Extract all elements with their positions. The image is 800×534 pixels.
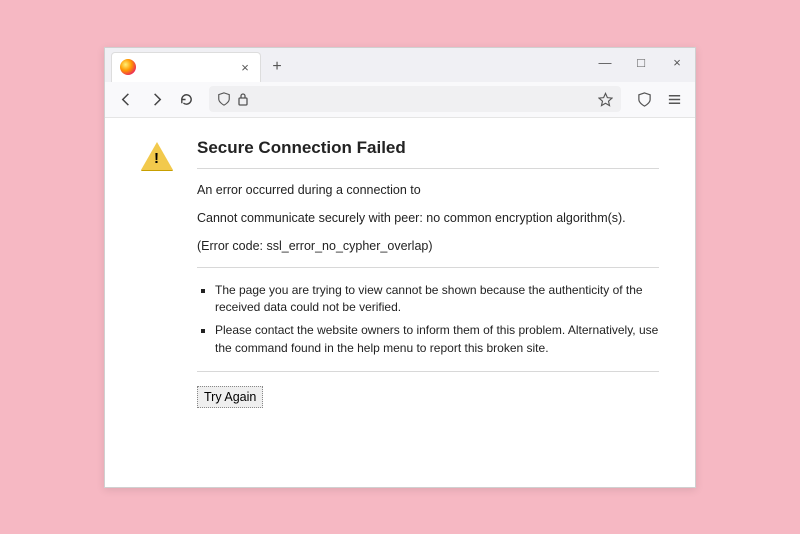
forward-icon bbox=[149, 92, 164, 107]
forward-button[interactable] bbox=[143, 86, 169, 112]
window-controls: — □ × bbox=[587, 48, 695, 78]
error-line-1: An error occurred during a connection to bbox=[197, 183, 659, 197]
url-bar[interactable] bbox=[209, 86, 621, 112]
maximize-button[interactable]: □ bbox=[623, 48, 659, 78]
error-content: Secure Connection Failed An error occurr… bbox=[197, 138, 659, 467]
error-page: Secure Connection Failed An error occurr… bbox=[105, 118, 695, 487]
error-line-2: Cannot communicate securely with peer: n… bbox=[197, 211, 659, 225]
browser-window: × + — □ × bbox=[104, 47, 696, 488]
error-bullet: Please contact the website owners to inf… bbox=[215, 322, 659, 357]
back-button[interactable] bbox=[113, 86, 139, 112]
app-menu-button[interactable] bbox=[661, 86, 687, 112]
menu-icon bbox=[667, 92, 682, 107]
shield-icon bbox=[217, 92, 231, 106]
protections-button[interactable] bbox=[631, 86, 657, 112]
error-title: Secure Connection Failed bbox=[197, 138, 659, 158]
error-bullets: The page you are trying to view cannot b… bbox=[197, 282, 659, 358]
warning-column bbox=[141, 138, 181, 467]
back-icon bbox=[119, 92, 134, 107]
firefox-favicon-icon bbox=[120, 59, 136, 75]
reload-icon bbox=[179, 92, 194, 107]
divider bbox=[197, 168, 659, 169]
close-tab-icon[interactable]: × bbox=[238, 60, 252, 74]
warning-icon bbox=[141, 142, 173, 170]
urlbar-security bbox=[217, 92, 249, 106]
minimize-button[interactable]: — bbox=[587, 48, 623, 78]
close-window-button[interactable]: × bbox=[659, 48, 695, 78]
divider bbox=[197, 267, 659, 268]
try-again-button[interactable]: Try Again bbox=[197, 386, 263, 408]
navbar bbox=[105, 82, 695, 118]
browser-tab[interactable]: × bbox=[111, 52, 261, 82]
titlebar: × + — □ × bbox=[105, 48, 695, 82]
new-tab-button[interactable]: + bbox=[265, 55, 289, 79]
divider bbox=[197, 371, 659, 372]
lock-icon bbox=[237, 92, 249, 106]
reload-button[interactable] bbox=[173, 86, 199, 112]
shield-outline-icon bbox=[637, 92, 652, 107]
star-icon[interactable] bbox=[598, 92, 613, 107]
error-code: (Error code: ssl_error_no_cypher_overlap… bbox=[197, 239, 659, 253]
error-bullet: The page you are trying to view cannot b… bbox=[215, 282, 659, 317]
